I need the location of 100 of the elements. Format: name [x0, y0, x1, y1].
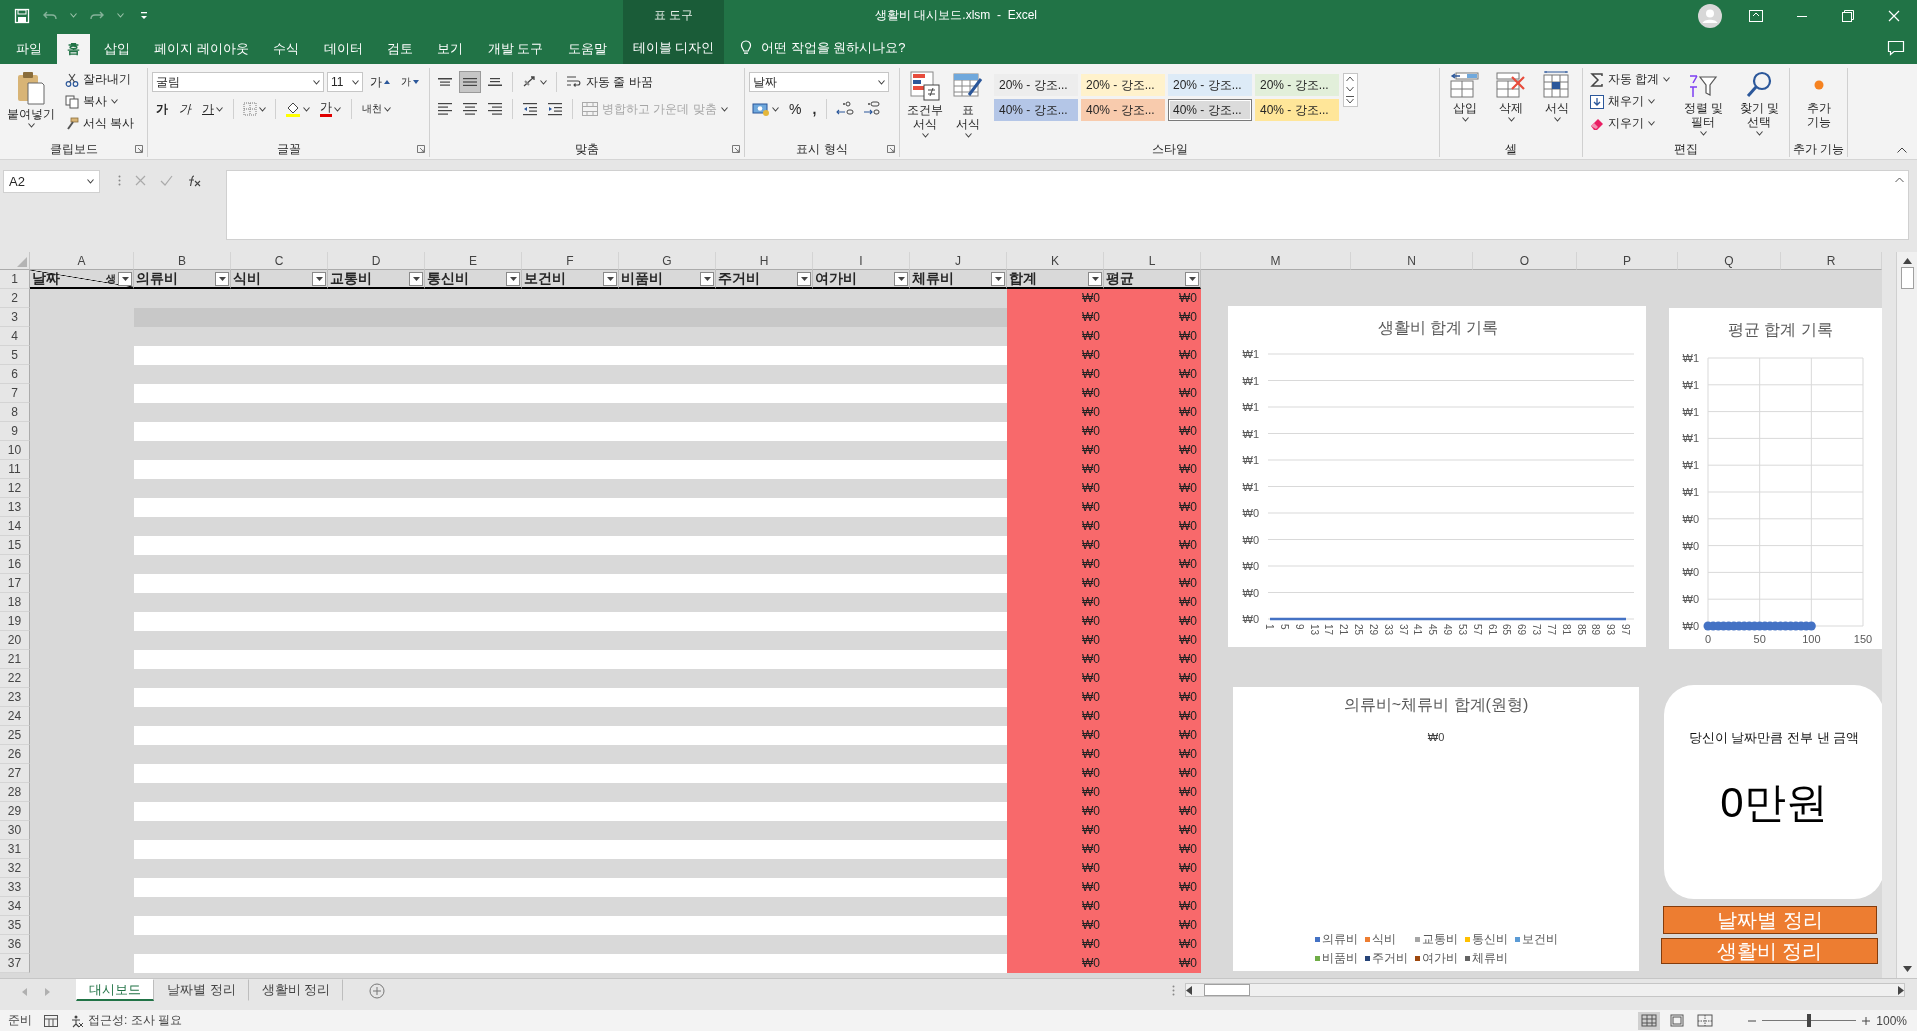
row-number[interactable]: 12: [0, 479, 30, 498]
sort-filter-button[interactable]: 정렬 및 필터: [1677, 69, 1730, 138]
underline-button[interactable]: 가: [198, 98, 227, 120]
zoom-level[interactable]: 100%: [1876, 1013, 1907, 1028]
cell-style-swatch[interactable]: 40% - 강조...: [1081, 99, 1165, 121]
column-header[interactable]: I: [813, 252, 910, 270]
menu-tab[interactable]: 검토: [377, 34, 424, 64]
menu-tab[interactable]: 도움말: [557, 34, 617, 64]
menu-tab[interactable]: 개발 도구: [477, 34, 554, 64]
dialog-launcher-icon[interactable]: [417, 145, 425, 153]
filter-button[interactable]: [1088, 271, 1102, 286]
macro-record-icon[interactable]: [44, 1014, 58, 1027]
expand-gallery-icon[interactable]: [1346, 96, 1354, 104]
scroll-up-icon[interactable]: [1346, 76, 1354, 82]
cell-style-swatch[interactable]: 20% - 강조...: [1168, 74, 1252, 96]
menu-tab[interactable]: 수식: [263, 34, 310, 64]
ribbon-display-icon[interactable]: [1749, 9, 1763, 22]
menu-tab[interactable]: 보기: [427, 34, 474, 64]
cell-style-swatch[interactable]: 20% - 강조...: [1255, 74, 1339, 96]
row-number[interactable]: 17: [0, 574, 30, 593]
view-button[interactable]: [1638, 1011, 1661, 1030]
row-number[interactable]: 35: [0, 916, 30, 935]
row-number[interactable]: 27: [0, 764, 30, 783]
column-header[interactable]: C: [231, 252, 328, 270]
cell-style-swatch[interactable]: 40% - 강조...: [1168, 99, 1252, 121]
insert-function-icon[interactable]: [187, 175, 201, 187]
tell-me-field[interactable]: 어떤 작업을 원하시나요?: [760, 39, 982, 56]
row-number[interactable]: 10: [0, 441, 30, 460]
row-number[interactable]: 25: [0, 726, 30, 745]
wrap-text-button[interactable]: 자동 줄 바꿈: [563, 71, 656, 93]
find-select-button[interactable]: 찾기 및 선택: [1733, 69, 1786, 138]
copy-button[interactable]: 복사: [62, 91, 138, 112]
cell-style-swatch[interactable]: 40% - 강조...: [1255, 99, 1339, 121]
row-number[interactable]: 37: [0, 954, 30, 973]
row-number[interactable]: 28: [0, 783, 30, 802]
menu-tab[interactable]: 데이터: [313, 34, 373, 64]
add-ins-button[interactable]: 추가 기능: [1801, 69, 1836, 131]
conditional-formatting-button[interactable]: 조건부 서식: [904, 69, 946, 140]
scroll-down-icon[interactable]: [1346, 86, 1354, 92]
comma-button[interactable]: ,: [808, 98, 821, 120]
menu-tab[interactable]: 파일: [6, 34, 53, 64]
dialog-launcher-icon[interactable]: [887, 145, 895, 153]
row-number[interactable]: 31: [0, 840, 30, 859]
column-header[interactable]: P: [1577, 252, 1678, 270]
menu-tab[interactable]: 홈: [56, 34, 90, 64]
font-color-button[interactable]: 가: [316, 98, 345, 120]
italic-button[interactable]: 가: [175, 98, 195, 120]
filter-button[interactable]: [1185, 271, 1199, 286]
column-header[interactable]: G: [619, 252, 716, 270]
row-number[interactable]: 3: [0, 308, 30, 327]
row-number[interactable]: 26: [0, 745, 30, 764]
dialog-launcher-icon[interactable]: [732, 145, 740, 153]
column-header[interactable]: F: [522, 252, 619, 270]
zoom-in-icon[interactable]: [1862, 1016, 1871, 1025]
row-number[interactable]: 24: [0, 707, 30, 726]
row-number[interactable]: 15: [0, 536, 30, 555]
formula-field[interactable]: [226, 170, 1909, 240]
filter-button[interactable]: [118, 271, 132, 286]
close-icon[interactable]: [1888, 9, 1900, 22]
row-number[interactable]: 1: [0, 270, 30, 289]
column-header[interactable]: Q: [1678, 252, 1781, 270]
row-number[interactable]: 7: [0, 384, 30, 403]
row-number[interactable]: 5: [0, 346, 30, 365]
filter-button[interactable]: [894, 271, 908, 286]
row-number[interactable]: 32: [0, 859, 30, 878]
bold-button[interactable]: 가: [152, 98, 172, 120]
menu-tab[interactable]: 테이블 디자인: [623, 31, 724, 64]
sheet-tab[interactable]: 날짜별 정리: [154, 979, 249, 1001]
filter-button[interactable]: [312, 271, 326, 286]
format-as-table-button[interactable]: 표 서식: [950, 69, 986, 140]
column-header[interactable]: O: [1473, 252, 1577, 270]
row-number[interactable]: 23: [0, 688, 30, 707]
sheet-tab[interactable]: 대시보드: [76, 979, 154, 1001]
filter-button[interactable]: [215, 271, 229, 286]
decrease-font-button[interactable]: 가: [397, 71, 423, 93]
column-header[interactable]: E: [425, 252, 522, 270]
scroll-thumb[interactable]: [1900, 267, 1914, 289]
accessibility-icon[interactable]: [70, 1013, 84, 1028]
align-button[interactable]: [459, 71, 481, 93]
column-header[interactable]: N: [1351, 252, 1473, 270]
row-number[interactable]: 30: [0, 821, 30, 840]
autosum-button[interactable]: 자동 합계: [1587, 69, 1674, 90]
column-header[interactable]: D: [328, 252, 425, 270]
filter-button[interactable]: [797, 271, 811, 286]
row-number[interactable]: 2: [0, 289, 30, 308]
row-number[interactable]: 29: [0, 802, 30, 821]
slider-thumb[interactable]: [1807, 1014, 1812, 1027]
insert-cells-button[interactable]: 삽입: [1447, 69, 1483, 124]
format-cells-button[interactable]: 서식: [1539, 69, 1575, 124]
accessibility-status[interactable]: 접근성: 조사 필요: [88, 1012, 182, 1029]
row-number[interactable]: 36: [0, 935, 30, 954]
cell-style-swatch[interactable]: 40% - 강조...: [994, 99, 1078, 121]
phonetic-guide-button[interactable]: 내천: [358, 98, 395, 120]
name-box[interactable]: A2: [9, 174, 25, 189]
restore-icon[interactable]: [1842, 9, 1854, 22]
column-header[interactable]: H: [716, 252, 813, 270]
avatar-icon[interactable]: [1698, 3, 1722, 28]
collapse-ribbon-icon[interactable]: [1897, 147, 1907, 153]
vertical-scrollbar[interactable]: [1896, 252, 1917, 978]
row-number[interactable]: 4: [0, 327, 30, 346]
